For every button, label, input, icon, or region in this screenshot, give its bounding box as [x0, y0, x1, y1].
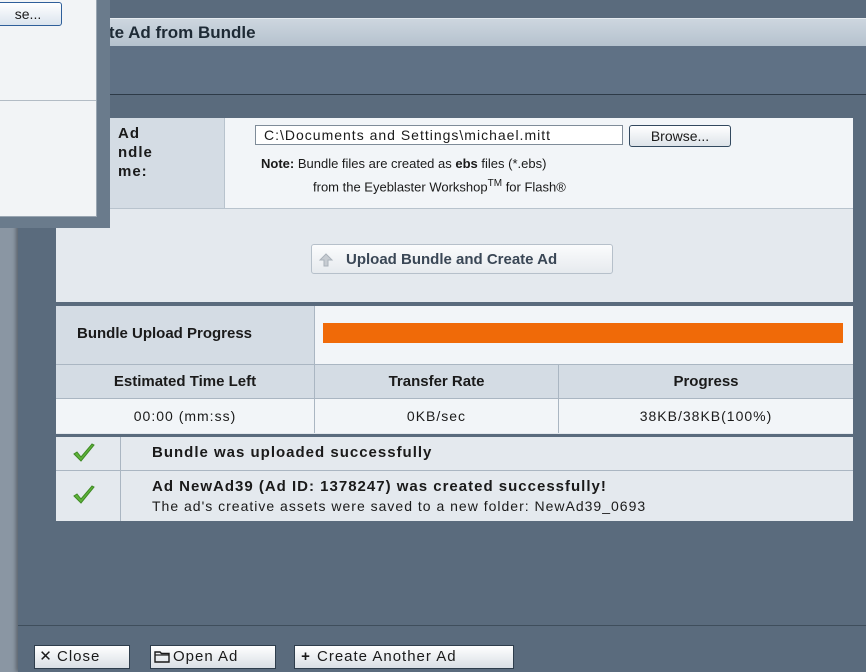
bundle-form-panel: Adndleme: Browse... Note: Bundle files a… — [56, 118, 853, 302]
message-text: Bundle was uploaded successfully — [152, 444, 433, 461]
message-subtext: The ad's creative assets were saved to a… — [152, 498, 647, 514]
close-label: Close — [57, 648, 101, 665]
create-another-ad-button[interactable]: + Create Another Ad — [294, 645, 514, 669]
browse-button[interactable]: Browse... — [629, 125, 731, 147]
col-header-progress: Progress — [559, 365, 853, 399]
upload-arrow-icon — [318, 252, 334, 268]
col-header-time-left: Estimated Time Left — [56, 365, 315, 399]
col-header-transfer-rate: Transfer Rate — [315, 365, 559, 399]
close-icon: ✕ — [39, 648, 53, 665]
open-ad-button[interactable]: Open Ad — [150, 645, 276, 669]
message-text: Ad NewAd39 (Ad ID: 1378247) was created … — [152, 478, 607, 495]
checkmark-icon — [56, 437, 121, 470]
note2-tm: TM — [487, 178, 503, 189]
background-window: se... — [0, 0, 110, 228]
messages-panel: Bundle was uploaded successfully Ad NewA… — [56, 437, 853, 521]
note2-text-a: from the Eyeblaster Workshop — [313, 179, 488, 195]
time-left-value: 00:00 (mm:ss) — [56, 399, 315, 433]
close-button[interactable]: ✕ Close — [34, 645, 130, 669]
progress-label: Bundle Upload Progress — [77, 325, 253, 342]
upload-progress-panel: Bundle Upload Progress Estimated Time Le… — [56, 306, 853, 434]
note-text-a: Bundle files are created as — [294, 156, 456, 171]
open-ad-label: Open Ad — [173, 648, 239, 665]
message-row: Bundle was uploaded successfully — [56, 437, 853, 471]
progress-value: 38KB/38KB(100%) — [559, 399, 853, 433]
note-prefix: Note: — [261, 156, 295, 171]
create-ad-dialog: eate Ad from Bundle Adndleme: Browse... … — [18, 0, 866, 672]
bundle-name-label: Ad ndle me: — [118, 125, 153, 180]
bundle-name-value-cell: Browse... Note: Bundle files are created… — [225, 118, 853, 209]
upload-bundle-label: Upload Bundle and Create Ad — [346, 251, 558, 268]
toolbar-strip — [18, 46, 866, 95]
folder-icon — [151, 646, 173, 668]
transfer-rate-value: 0KB/sec — [315, 399, 559, 433]
progress-bar — [323, 323, 843, 343]
progress-bar-cell — [315, 306, 853, 365]
bundle-path-input[interactable] — [255, 125, 623, 145]
background-window-panel: se... — [0, 0, 97, 217]
background-divider — [0, 100, 96, 101]
dialog-title: eate Ad from Bundle — [90, 23, 256, 42]
note-ebs: ebs — [455, 156, 478, 171]
note-text-b: files (*.ebs) — [477, 156, 547, 171]
upload-bundle-button[interactable]: Upload Bundle and Create Ad — [311, 244, 613, 274]
footer-divider — [18, 625, 866, 626]
create-another-label: Create Another Ad — [317, 648, 457, 665]
note-line-1: Note: Bundle files are created as ebs fi… — [261, 156, 546, 171]
progress-label-cell: Bundle Upload Progress — [56, 306, 315, 365]
note-line-2: from the Eyeblaster WorkshopTM for Flash… — [313, 178, 566, 194]
message-row: Ad NewAd39 (Ad ID: 1378247) was created … — [56, 471, 853, 521]
progress-bar-fill — [323, 323, 843, 343]
note2-text-b: for Flash® — [502, 179, 566, 195]
title-bar: eate Ad from Bundle — [18, 18, 866, 47]
plus-icon: + — [301, 648, 311, 665]
checkmark-icon — [56, 471, 121, 521]
background-browse-button[interactable]: se... — [0, 2, 62, 26]
